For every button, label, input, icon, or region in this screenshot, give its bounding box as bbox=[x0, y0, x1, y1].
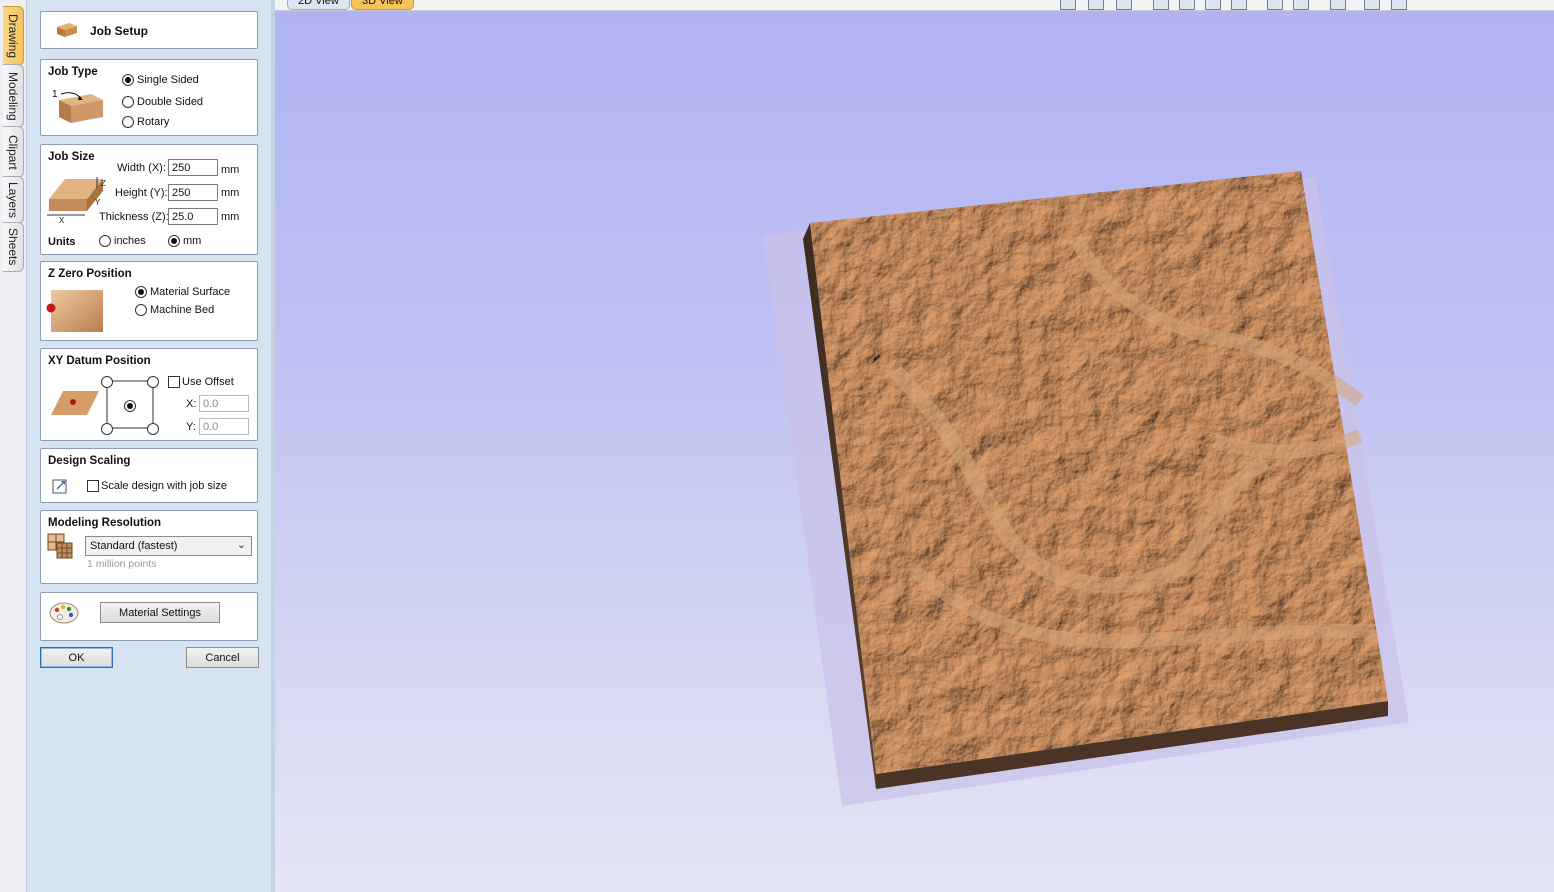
design-scaling-group: Design Scaling Scale design with job siz… bbox=[40, 448, 258, 503]
inches-label[interactable]: inches bbox=[114, 235, 146, 247]
single-sided-label[interactable]: Single Sided bbox=[137, 74, 199, 86]
inches-radio[interactable] bbox=[99, 235, 111, 247]
mm-radio[interactable] bbox=[168, 235, 180, 247]
job-type-group: Job Type 1 Single Sided Double Sided Rot… bbox=[40, 59, 258, 136]
tab-clipart[interactable]: Clipart bbox=[3, 126, 24, 178]
job-size-title: Job Size bbox=[48, 151, 95, 163]
datum-bottom-left-radio[interactable] bbox=[101, 423, 113, 435]
toolbar-icon[interactable] bbox=[1293, 0, 1309, 10]
job-type-title: Job Type bbox=[48, 66, 98, 78]
page-title: Job Setup bbox=[90, 24, 149, 38]
width-label: Width (X): bbox=[117, 162, 166, 174]
material-settings-button[interactable]: Material Settings bbox=[100, 602, 220, 623]
thickness-input[interactable] bbox=[168, 208, 218, 225]
material-surface-label[interactable]: Material Surface bbox=[150, 286, 230, 298]
tab-drawing[interactable]: Drawing bbox=[3, 6, 24, 66]
chevron-down-icon: ⌄ bbox=[236, 539, 246, 551]
3d-viewport[interactable] bbox=[275, 11, 1554, 892]
tab-label: Modeling bbox=[6, 71, 20, 121]
modeling-resolution-group: Modeling Resolution Standard (fastest) ⌄… bbox=[40, 510, 258, 584]
height-unit: mm bbox=[221, 187, 240, 199]
side-tab-strip: Drawing Modeling Clipart Layers Sheets bbox=[0, 0, 27, 892]
toolbar-icon[interactable] bbox=[1231, 0, 1247, 10]
toolbar-icon[interactable] bbox=[1153, 0, 1169, 10]
use-offset-checkbox[interactable] bbox=[168, 376, 180, 388]
offset-y-label: Y: bbox=[186, 421, 196, 433]
machine-bed-radio[interactable] bbox=[135, 304, 147, 316]
offset-y-input[interactable] bbox=[199, 418, 249, 435]
scale-icon bbox=[52, 479, 67, 494]
use-offset-label[interactable]: Use Offset bbox=[182, 376, 234, 388]
toolbar-icon[interactable] bbox=[1179, 0, 1195, 10]
material-group: Material Settings bbox=[40, 592, 258, 641]
toolbar-icon[interactable] bbox=[1205, 0, 1221, 10]
axis-x-label: X bbox=[59, 216, 65, 223]
height-label: Height (Y): bbox=[115, 187, 168, 199]
double-sided-label[interactable]: Double Sided bbox=[137, 96, 203, 108]
single-sided-icon: 1 bbox=[52, 89, 103, 123]
palette-icon bbox=[49, 602, 79, 624]
width-unit: mm bbox=[221, 164, 240, 176]
axis-z-label: Z bbox=[101, 179, 106, 188]
resolution-select-value: Standard (fastest) bbox=[90, 540, 178, 552]
toolbar-icon[interactable] bbox=[1330, 0, 1346, 10]
material-surface-radio[interactable] bbox=[135, 286, 147, 298]
offset-x-input[interactable] bbox=[199, 395, 249, 412]
single-sided-radio[interactable] bbox=[122, 74, 134, 86]
xy-datum-group: XY Datum Position Use Offset X: Y: bbox=[40, 348, 258, 441]
toolbar-icon[interactable] bbox=[1391, 0, 1407, 10]
z-zero-icon bbox=[46, 290, 103, 332]
tab-layers[interactable]: Layers bbox=[3, 176, 24, 224]
rotary-radio[interactable] bbox=[122, 116, 134, 128]
tab-sheets[interactable]: Sheets bbox=[3, 222, 24, 272]
height-input[interactable] bbox=[168, 184, 218, 201]
scale-design-label[interactable]: Scale design with job size bbox=[101, 480, 227, 492]
datum-top-right-radio[interactable] bbox=[147, 376, 159, 388]
offset-x-label: X: bbox=[186, 398, 197, 410]
datum-center-radio[interactable] bbox=[124, 400, 136, 412]
scale-design-checkbox[interactable] bbox=[87, 480, 99, 492]
terrain-model bbox=[763, 171, 1409, 806]
z-zero-title: Z Zero Position bbox=[48, 268, 132, 280]
tab-label: Sheets bbox=[6, 228, 20, 266]
resolution-hint: 1 million points bbox=[87, 558, 157, 570]
mm-label[interactable]: mm bbox=[183, 235, 201, 247]
datum-bottom-right-radio[interactable] bbox=[147, 423, 159, 435]
toolbar-icon[interactable] bbox=[1060, 0, 1076, 10]
tab-label: Clipart bbox=[6, 134, 20, 170]
job-setup-panel: Job Setup Job Type 1 Single Sided Double… bbox=[27, 0, 275, 892]
toolbar-icon[interactable] bbox=[1364, 0, 1380, 10]
z-zero-group: Z Zero Position Material Surface Machine… bbox=[40, 261, 258, 341]
job-setup-icon bbox=[57, 23, 77, 37]
toolbar-icon[interactable] bbox=[1088, 0, 1104, 10]
tab-3d-view[interactable]: 3D View bbox=[351, 0, 414, 10]
tab-modeling[interactable]: Modeling bbox=[3, 64, 24, 128]
view-toolbar: 2D View 3D View bbox=[275, 0, 1554, 11]
units-label: Units bbox=[48, 236, 76, 248]
resolution-grid-icon bbox=[47, 533, 73, 559]
thickness-label: Thickness (Z): bbox=[99, 211, 169, 223]
thickness-unit: mm bbox=[221, 211, 240, 223]
rotary-label[interactable]: Rotary bbox=[137, 116, 169, 128]
cancel-button[interactable]: Cancel bbox=[186, 647, 259, 668]
job-size-group: Job Size Z Y X Width (X): mm Height (Y):… bbox=[40, 144, 258, 255]
panel-header: Job Setup bbox=[40, 11, 258, 49]
width-input[interactable] bbox=[168, 159, 218, 176]
tab-2d-view[interactable]: 2D View bbox=[287, 0, 350, 10]
resolution-select[interactable]: Standard (fastest) ⌄ bbox=[85, 536, 252, 556]
tab-label: Layers bbox=[6, 181, 20, 219]
toolbar-icon[interactable] bbox=[1267, 0, 1283, 10]
machine-bed-label[interactable]: Machine Bed bbox=[150, 304, 214, 316]
axis-y-label: Y bbox=[95, 198, 101, 207]
tab-label: Drawing bbox=[6, 13, 20, 58]
toolbar-icon[interactable] bbox=[1116, 0, 1132, 10]
datum-top-left-radio[interactable] bbox=[101, 376, 113, 388]
ok-button[interactable]: OK bbox=[40, 647, 113, 668]
design-scaling-title: Design Scaling bbox=[48, 455, 131, 467]
xy-datum-icon bbox=[51, 391, 99, 415]
double-sided-radio[interactable] bbox=[122, 96, 134, 108]
xy-datum-title: XY Datum Position bbox=[48, 355, 151, 367]
job-type-step-label: 1 bbox=[52, 89, 58, 100]
modeling-resolution-title: Modeling Resolution bbox=[48, 517, 162, 529]
